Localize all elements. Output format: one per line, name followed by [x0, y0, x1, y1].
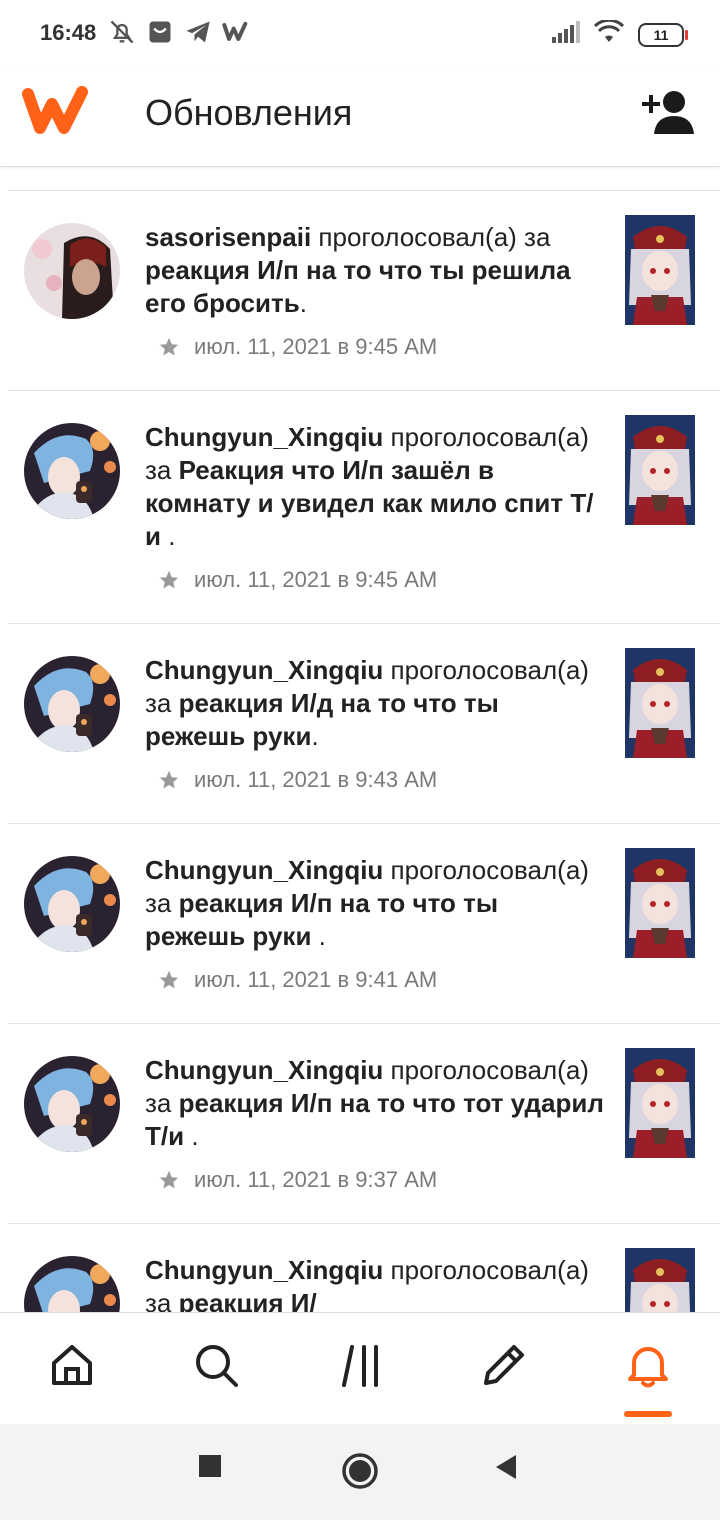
story-link[interactable]: реакция И/д на то что ты режешь руки — [145, 688, 499, 751]
home-button[interactable] — [341, 1452, 379, 1490]
timestamp-row: июл. 11, 2021 в 9:41 AM — [158, 967, 437, 993]
library-icon[interactable] — [336, 1341, 384, 1389]
feed-item-text: Chungyun_Xingqiu проголосовал(а) за реак… — [145, 1054, 605, 1153]
username-link[interactable]: Chungyun_Xingqiu — [145, 422, 383, 452]
timestamp-row: июл. 11, 2021 в 9:45 AM — [158, 334, 437, 360]
feed-item[interactable]: Chungyun_Xingqiu проголосовал(а) за реак… — [0, 1224, 720, 1312]
story-link[interactable]: реакция И/п на то что ты решила его брос… — [145, 255, 571, 318]
status-bar: 16:48 11 — [0, 0, 720, 68]
avatar[interactable] — [24, 223, 120, 319]
add-friend-icon[interactable] — [640, 88, 696, 136]
timestamp-row: июл. 11, 2021 в 9:37 AM — [158, 1167, 437, 1193]
bottom-nav — [0, 1312, 720, 1425]
suffix-text: . — [299, 288, 307, 318]
system-nav-bar — [0, 1424, 720, 1520]
write-icon[interactable] — [480, 1341, 528, 1389]
battery-indicator: 11 — [638, 22, 688, 47]
feed-item-text: Chungyun_Xingqiu проголосовал(а) за реак… — [145, 1254, 605, 1312]
wattpad-logo[interactable] — [22, 86, 88, 136]
avatar[interactable] — [24, 423, 120, 519]
feed-item[interactable]: Chungyun_Xingqiu проголосовал(а) за реак… — [0, 824, 720, 1024]
shop-icon — [146, 18, 174, 46]
story-cover[interactable] — [625, 1048, 695, 1158]
story-link[interactable]: реакция И/ — [179, 1288, 317, 1312]
story-cover[interactable] — [625, 1248, 695, 1312]
action-text: проголосовал(а) за — [311, 222, 551, 252]
notification-icons — [108, 18, 250, 46]
bell-off-icon — [108, 18, 136, 46]
suffix-text: . — [311, 921, 326, 951]
notifications-icon[interactable] — [624, 1341, 672, 1389]
star-icon — [159, 970, 179, 989]
updates-feed[interactable]: sasorisenpaii проголосовал(а) за реакция… — [0, 166, 720, 1312]
timestamp-row: июл. 11, 2021 в 9:43 AM — [158, 767, 437, 793]
timestamp: июл. 11, 2021 в 9:45 AM — [194, 567, 438, 592]
timestamp: июл. 11, 2021 в 9:45 AM — [194, 334, 438, 359]
system-status-icons: 11 — [552, 18, 688, 49]
back-button[interactable] — [494, 1454, 518, 1480]
star-icon — [159, 1170, 179, 1189]
search-icon[interactable] — [192, 1341, 240, 1389]
star-icon — [159, 337, 179, 356]
avatar[interactable] — [24, 1056, 120, 1152]
story-cover[interactable] — [625, 415, 695, 525]
feed-item-text: Chungyun_Xingqiu проголосовал(а) за реак… — [145, 854, 605, 953]
story-link[interactable]: реакция И/п на то что тот ударил Т/и — [145, 1088, 604, 1151]
username-link[interactable]: Chungyun_Xingqiu — [145, 655, 383, 685]
feed-item-text: sasorisenpaii проголосовал(а) за реакция… — [145, 221, 605, 320]
feed-item-text: Chungyun_Xingqiu проголосовал(а) за Реак… — [145, 421, 605, 553]
recents-button[interactable] — [198, 1454, 222, 1478]
app-bar: Обновления — [0, 68, 720, 167]
telegram-icon — [184, 18, 212, 46]
feed-item[interactable]: Chungyun_Xingqiu проголосовал(а) за Реак… — [0, 391, 720, 624]
suffix-text: . — [311, 721, 319, 751]
feed-item[interactable]: Chungyun_Xingqiu проголосовал(а) за реак… — [0, 1024, 720, 1224]
star-icon — [159, 770, 179, 789]
wattpad-small-icon — [222, 18, 250, 46]
home-icon[interactable] — [48, 1341, 96, 1389]
suffix-text: . — [184, 1121, 199, 1151]
wifi-icon — [593, 18, 625, 49]
timestamp: июл. 11, 2021 в 9:41 AM — [194, 967, 438, 992]
username-link[interactable]: sasorisenpaii — [145, 222, 311, 252]
feed-item[interactable]: Chungyun_Xingqiu проголосовал(а) за реак… — [0, 624, 720, 824]
story-cover[interactable] — [625, 215, 695, 325]
feed-item-text: Chungyun_Xingqiu проголосовал(а) за реак… — [145, 654, 605, 753]
story-cover[interactable] — [625, 848, 695, 958]
status-time: 16:48 — [40, 20, 97, 45]
avatar[interactable] — [24, 656, 120, 752]
active-tab-indicator — [624, 1411, 672, 1417]
timestamp: июл. 11, 2021 в 9:43 AM — [194, 767, 438, 792]
username-link[interactable]: Chungyun_Xingqiu — [145, 1255, 383, 1285]
story-link[interactable]: Реакция что И/п зашёл в комнату и увидел… — [145, 455, 593, 551]
timestamp-row: июл. 11, 2021 в 9:45 AM — [158, 567, 437, 593]
story-cover[interactable] — [625, 648, 695, 758]
avatar[interactable] — [24, 1256, 120, 1312]
signal-icon — [552, 21, 580, 48]
avatar[interactable] — [24, 856, 120, 952]
username-link[interactable]: Chungyun_Xingqiu — [145, 855, 383, 885]
feed-item[interactable]: sasorisenpaii проголосовал(а) за реакция… — [0, 191, 720, 391]
suffix-text: . — [160, 521, 176, 551]
username-link[interactable]: Chungyun_Xingqiu — [145, 1055, 383, 1085]
timestamp: июл. 11, 2021 в 9:37 AM — [194, 1167, 438, 1192]
star-icon — [159, 570, 179, 589]
page-title: Обновления — [145, 92, 353, 133]
